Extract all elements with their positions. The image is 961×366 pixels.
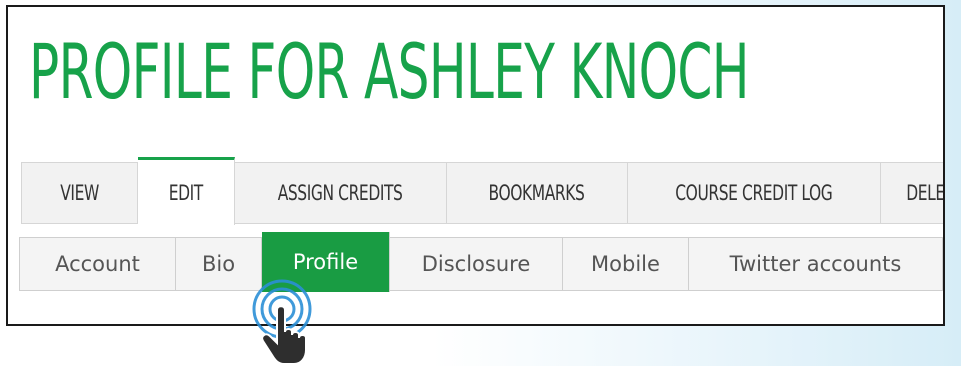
tab-delete-label: DELET [906, 181, 945, 205]
page-title: PROFILE FOR ASHLEY KNOCH [29, 27, 749, 116]
tab-assign-credits[interactable]: ASSIGN CREDITS [235, 163, 448, 223]
screenshot-frame: PROFILE FOR ASHLEY KNOCH VIEW EDIT ASSIG… [6, 5, 945, 326]
secondary-tabs: Account Bio Profile Disclosure Mobile Tw… [19, 232, 943, 292]
subtab-mobile[interactable]: Mobile [563, 238, 689, 290]
tab-edit-label: EDIT [168, 180, 204, 205]
tab-course-credit-log[interactable]: COURSE CREDIT LOG [628, 163, 882, 223]
subtab-profile-label: Profile [292, 250, 359, 274]
subtab-twitter-accounts-label: Twitter accounts [729, 252, 902, 276]
tab-delete[interactable]: DELET [881, 163, 945, 223]
subtab-disclosure-label: Disclosure [421, 252, 531, 276]
tab-assign-credits-label: ASSIGN CREDITS [277, 181, 403, 205]
subtab-bio-label: Bio [201, 252, 236, 276]
hand-pointer-icon [252, 279, 312, 365]
tab-bookmarks[interactable]: BOOKMARKS [447, 163, 628, 223]
tab-course-credit-log-label: COURSE CREDIT LOG [675, 181, 833, 205]
tab-edit[interactable]: EDIT [137, 157, 235, 225]
subtab-account[interactable]: Account [20, 238, 176, 290]
tab-view-label: VIEW [60, 181, 99, 205]
subtab-mobile-label: Mobile [591, 252, 660, 276]
tab-view[interactable]: VIEW [22, 163, 138, 223]
subtab-disclosure[interactable]: Disclosure [390, 238, 563, 290]
subtab-account-label: Account [55, 252, 140, 276]
subtab-twitter-accounts[interactable]: Twitter accounts [689, 238, 942, 290]
primary-tabs: VIEW EDIT ASSIGN CREDITS BOOKMARKS COURS… [21, 157, 945, 225]
tab-bookmarks-label: BOOKMARKS [488, 181, 585, 205]
